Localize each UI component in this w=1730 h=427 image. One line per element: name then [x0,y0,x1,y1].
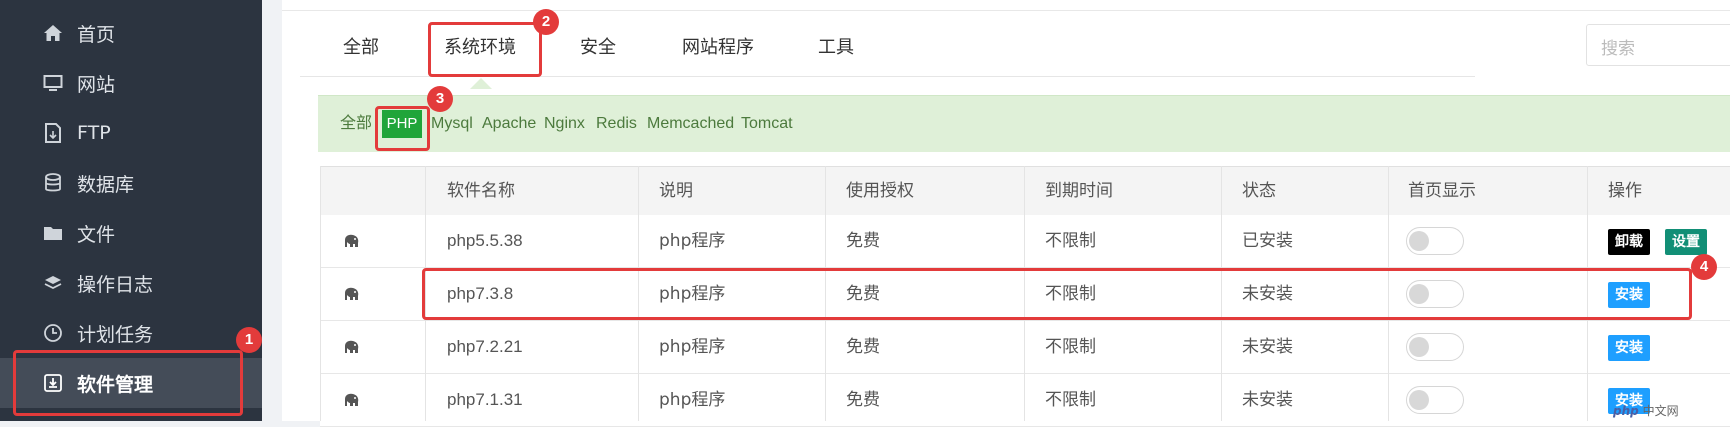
toggle-knob [1409,390,1429,410]
sidebar-item-label: 数据库 [77,173,135,196]
col-header-name[interactable]: 软件名称 [447,167,515,215]
annotation-badge-4: 4 [1691,254,1717,280]
filter-memcached[interactable]: Memcached [647,96,734,152]
table-row: php5.5.38 php程序 免费 不限制 已安装 卸载 设置 [320,215,1730,268]
divider [282,10,1730,11]
software-desc: php程序 [659,231,726,251]
sidebar-item-label: FTP [77,122,111,144]
table-row: php7.1.31 php程序 免费 不限制 未安装 安装 [320,374,1730,427]
sidebar-item-label: 首页 [77,23,116,46]
tab-pointer [470,78,492,89]
col-header-homepage: 首页显示 [1408,181,1476,201]
watermark: php 中文网 [1613,402,1679,419]
table-row: php7.2.21 php程序 免费 不限制 未安装 安装 [320,321,1730,374]
annotation-box-system-env-tab [428,22,542,77]
monitor-icon [42,72,64,94]
php-elephant-icon [345,393,359,406]
annotation-badge-1: 1 [236,327,262,353]
table-header: 软件名称 说明 使用授权 到期时间 状态 首页显示 操作 [320,166,1730,216]
homepage-toggle[interactable] [1406,333,1464,361]
settings-button[interactable]: 设置 [1665,229,1707,255]
tab-security[interactable]: 安全 [580,20,616,76]
col-header-license: 使用授权 [846,181,914,201]
sidebar-item-files[interactable]: 文件 [0,208,262,258]
software-status: 未安装 [1242,337,1293,357]
software-license: 免费 [846,337,880,357]
home-icon [42,22,64,44]
tab-tools[interactable]: 工具 [818,20,854,76]
toggle-knob [1409,231,1429,251]
php-elephant-icon [345,287,359,300]
col-header-status: 状态 [1242,181,1276,201]
annotation-box-php-filter [375,106,430,151]
col-header-desc: 说明 [659,181,693,201]
database-icon [42,172,64,194]
sidebar-item-home[interactable]: 首页 [0,8,262,58]
sidebar-item-logs[interactable]: 操作日志 [0,258,262,308]
software-name: php7.2.21 [447,337,523,356]
tab-website-programs[interactable]: 网站程序 [682,20,754,76]
software-expiry: 不限制 [1045,390,1096,410]
sidebar-item-ftp[interactable]: FTP [0,108,262,158]
annotation-badge-2: 2 [533,9,559,35]
software-status: 已安装 [1242,231,1293,251]
toggle-knob [1409,337,1429,357]
col-header-expiry: 到期时间 [1045,181,1113,201]
php-elephant-icon [345,340,359,353]
filter-redis[interactable]: Redis [596,96,637,152]
software-name: php7.1.31 [447,390,523,409]
sidebar-item-label: 操作日志 [77,273,154,296]
tab-all[interactable]: 全部 [343,20,379,76]
filter-nginx[interactable]: Nginx [544,96,585,152]
install-button[interactable]: 安装 [1608,335,1650,361]
php-elephant-icon [345,234,359,247]
ftp-icon [42,122,64,144]
layers-icon [42,272,64,294]
search-placeholder: 搜索 [1601,39,1635,59]
software-desc: php程序 [659,337,726,357]
filter-all[interactable]: 全部 [340,96,372,152]
software-expiry: 不限制 [1045,231,1096,251]
annotation-box-software-menu [13,350,243,416]
column-divider [320,166,321,421]
annotation-box-php738-row [422,268,1692,320]
annotation-badge-3: 3 [427,86,453,112]
software-name: php5.5.38 [447,231,523,250]
software-license: 免费 [846,390,880,410]
sidebar-item-label: 网站 [77,73,116,96]
search-input[interactable]: 搜索 [1586,24,1730,66]
uninstall-button[interactable]: 卸载 [1608,229,1650,255]
filter-bar: 全部 PHP Mysql Apache Nginx Redis Memcache… [318,95,1730,152]
watermark-brand: php [1613,404,1639,418]
software-license: 免费 [846,231,880,251]
watermark-text: 中文网 [1642,404,1679,418]
homepage-toggle[interactable] [1406,386,1464,414]
software-expiry: 不限制 [1045,337,1096,357]
col-header-actions: 操作 [1608,181,1642,201]
sidebar-item-label: 文件 [77,223,116,246]
folder-icon [42,222,64,244]
homepage-toggle[interactable] [1406,227,1464,255]
sidebar-item-label: 计划任务 [77,323,154,346]
filter-tomcat[interactable]: Tomcat [741,96,793,152]
software-desc: php程序 [659,390,726,410]
filter-apache[interactable]: Apache [482,96,536,152]
sidebar-item-website[interactable]: 网站 [0,58,262,108]
software-status: 未安装 [1242,390,1293,410]
clock-icon [42,322,64,344]
sidebar-item-database[interactable]: 数据库 [0,158,262,208]
